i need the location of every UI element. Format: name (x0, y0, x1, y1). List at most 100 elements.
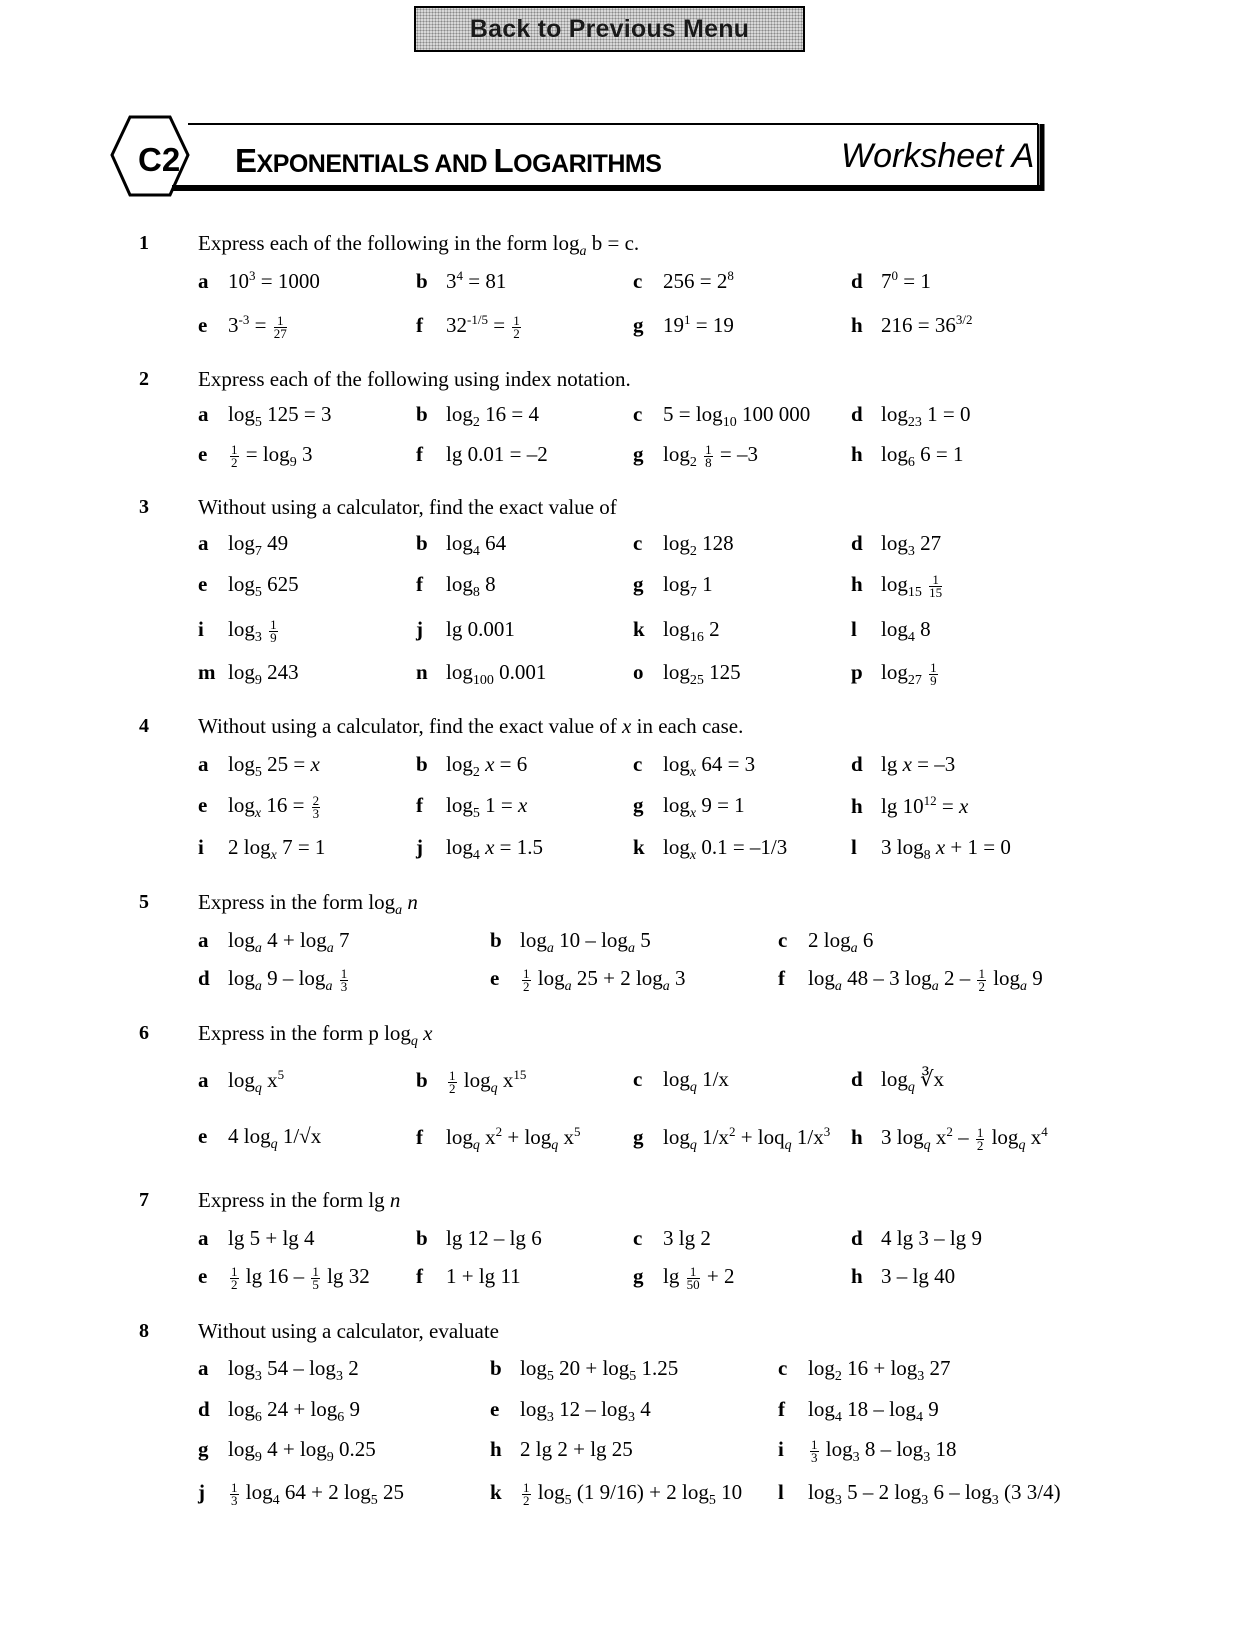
question-item: g lg 1 50 + 2 (633, 1264, 734, 1291)
item-label: f (778, 966, 785, 990)
question-prompt: Express in the form loga n (198, 890, 418, 919)
item-expression: logq x2 + logq x5 (446, 1124, 581, 1154)
item-expression: log7 1 (663, 572, 713, 601)
question-item: d log23 1 = 0 (851, 402, 970, 431)
question-prompt: Without using a calculator, evaluate (198, 1319, 499, 1343)
question-number: 2 (139, 368, 149, 390)
item-label: f (416, 442, 423, 466)
question-prompt: Without using a calculator, find the exa… (198, 495, 617, 519)
question-item: f lg 0.01 = –2 (416, 442, 548, 467)
question-item: g log9 4 + log9 0.25 (198, 1437, 376, 1466)
item-label: j (198, 1480, 205, 1504)
item-expression: 12 loga 25 + 2 loga 3 (522, 965, 686, 995)
back-to-previous-menu-button[interactable]: Back to Previous Menu (414, 6, 805, 52)
worksheet-header: C2 EXPONENTIALS AND LOGARITHMS Worksheet… (110, 115, 1085, 207)
item-expression: lg 1012 = x (881, 793, 969, 818)
question-item: e log5 625 (198, 572, 299, 601)
question-prompt: Express in the form p logq x (198, 1021, 433, 1050)
question-item: e 12 loga 25 + 2 loga 3 (490, 966, 686, 995)
item-expression: lg 1 50 + 2 (663, 1263, 735, 1292)
question-item: i 13 log3 8 – log3 18 (778, 1437, 956, 1466)
item-expression: logq 1/x2 + loqq 1/x3 (663, 1124, 831, 1154)
question-item: e 12 = log9 3 (198, 442, 312, 471)
item-label: a (198, 1068, 209, 1092)
question-item: d lg x = –3 (851, 752, 955, 777)
question-prompt: Express each of the following using inde… (198, 367, 631, 391)
item-label: a (198, 531, 209, 555)
item-expression: log9 243 (228, 660, 299, 689)
question-item: c 256 = 28 (633, 268, 734, 294)
item-expression: logq ∛x (881, 1067, 944, 1096)
item-expression: log4 x = 1.5 (446, 835, 544, 864)
item-expression: logx 64 = 3 (663, 752, 756, 781)
item-expression: log2 18 = –3 (663, 441, 758, 471)
item-expression: 3 lg 2 (663, 1226, 711, 1250)
question-item: a loga 4 + loga 7 (198, 928, 350, 957)
item-expression: lg 0.001 (446, 617, 515, 641)
item-expression: log3 54 – log3 2 (228, 1356, 359, 1385)
item-expression: log23 1 = 0 (881, 402, 971, 431)
question-item: a 103 = 1000 (198, 268, 320, 294)
item-expression: log5 125 = 3 (228, 402, 332, 431)
question-prompt: Express each of the following in the for… (198, 231, 640, 260)
item-label: d (198, 1397, 210, 1421)
item-expression: log5 20 + log5 1.25 (520, 1356, 679, 1385)
item-expression: log15 1 15 (881, 571, 943, 601)
question-item: c 5 = log10 100 000 (633, 402, 810, 431)
item-expression: 3 log8 x + 1 = 0 (881, 835, 1011, 864)
question-number: 7 (139, 1189, 149, 1211)
item-label: f (778, 1397, 785, 1421)
item-label: c (633, 1226, 643, 1250)
question-item: f logq x2 + logq x5 (416, 1124, 581, 1154)
question-item: g log7 1 (633, 572, 713, 601)
item-expression: 70 = 1 (881, 268, 931, 293)
item-label: a (198, 1356, 209, 1380)
question-number: 6 (139, 1022, 149, 1044)
item-expression: 1 + lg 11 (446, 1264, 521, 1288)
item-label: e (198, 572, 208, 596)
item-expression: 13 log3 8 – log3 18 (810, 1436, 957, 1466)
item-label: f (416, 313, 423, 337)
question-item: j log4 x = 1.5 (416, 835, 543, 864)
question-item: j lg 0.001 (416, 617, 515, 642)
item-expression: 12 lg 16 – 15 lg 32 (230, 1263, 370, 1292)
question-item: a log5 25 = x (198, 752, 320, 781)
item-expression: loga 9 – loga 13 (228, 965, 349, 995)
item-label: i (198, 835, 204, 859)
question-item: b log2 x = 6 (416, 752, 527, 781)
question-item: d log6 24 + log6 9 (198, 1397, 360, 1426)
item-label: n (416, 660, 428, 684)
item-label: b (490, 928, 502, 952)
question-item: b log4 64 (416, 531, 506, 560)
item-label: l (778, 1480, 784, 1504)
item-expression: log9 4 + log9 0.25 (228, 1437, 376, 1466)
item-expression: 191 = 19 (663, 312, 734, 337)
question-item: a lg 5 + lg 4 (198, 1226, 315, 1251)
item-expression: loga 48 – 3 loga 2 – 12 loga 9 (808, 965, 1043, 995)
question-item: c log2 16 + log3 27 (778, 1356, 951, 1385)
question-item: f log4 18 – log4 9 (778, 1397, 939, 1426)
item-label: m (198, 660, 216, 684)
question-item: g logx 9 = 1 (633, 793, 745, 822)
item-label: a (198, 269, 209, 293)
question-item: h log15 1 15 (851, 572, 944, 601)
question-item: l 3 log8 x + 1 = 0 (851, 835, 1011, 864)
question-item: g 191 = 19 (633, 312, 734, 338)
item-label: g (633, 442, 644, 466)
item-label: e (198, 442, 208, 466)
item-expression: log2 128 (663, 531, 734, 560)
item-label: g (633, 1125, 644, 1149)
item-expression: log4 18 – log4 9 (808, 1397, 939, 1426)
item-expression: 2 loga 6 (808, 928, 874, 957)
item-label: c (633, 531, 643, 555)
question-item: a log5 125 = 3 (198, 402, 331, 431)
item-expression: 34 = 81 (446, 268, 507, 293)
item-expression: log8 8 (446, 572, 496, 601)
question-item: c logq 1/x (633, 1067, 729, 1096)
item-expression: log3 12 – log3 4 (520, 1397, 651, 1426)
item-label: b (416, 1068, 428, 1092)
item-label: c (633, 402, 643, 426)
item-label: b (416, 531, 428, 555)
item-label: c (778, 928, 788, 952)
question-number: 3 (139, 496, 149, 518)
